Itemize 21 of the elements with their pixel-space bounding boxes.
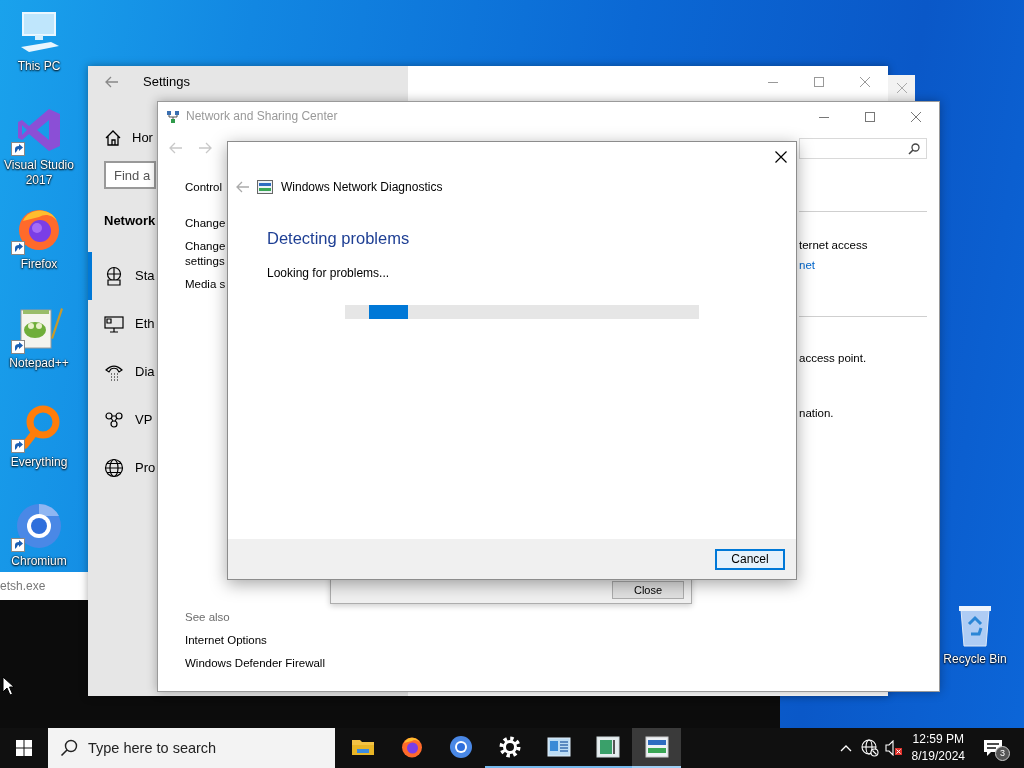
file-name-text: etsh.exe [0,578,46,594]
heading: Detecting problems [267,228,411,248]
window-title: Network and Sharing Center [186,109,338,124]
dialog-title: Windows Network Diagnostics [281,179,443,195]
task-description: access point. [799,351,868,366]
icon-label: This PC [16,59,62,74]
icon-label: Recycle Bin [942,652,1008,667]
notification-count: 3 [995,746,1010,761]
time-text: 12:59 PM [911,731,965,748]
task-description: nation. [799,406,835,421]
icon-label: Everything [9,455,69,470]
section-title: See also [185,610,231,625]
status-text: Looking for problems... [267,265,391,281]
icon-label: Firefox [19,257,59,272]
icon-label: Chromium [10,554,68,569]
icon-label: Notepad++ [8,356,70,371]
window-title: Settings [143,73,190,91]
section-title: Network [104,213,156,230]
icon-label: Visual Studio 2017 [3,158,75,188]
access-text: ternet access [799,238,869,253]
date-text: 8/19/2024 [911,748,965,765]
